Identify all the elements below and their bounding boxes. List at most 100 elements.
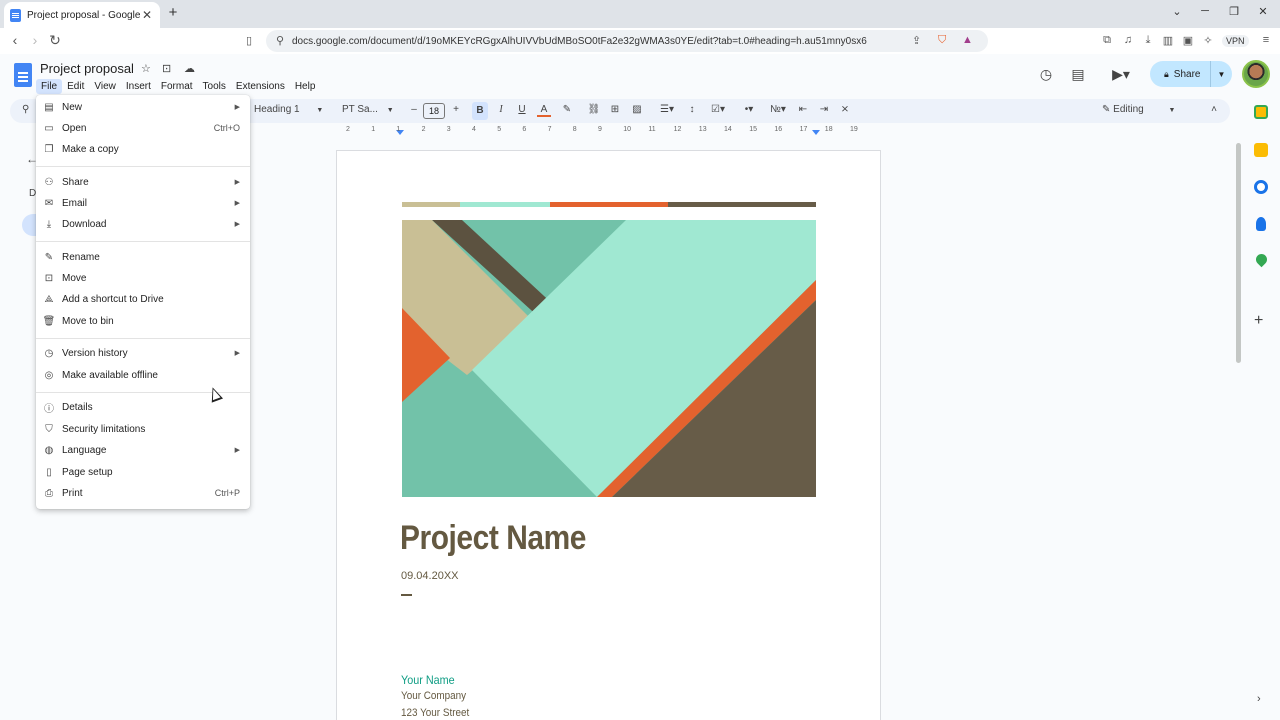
- brave-rewards-icon[interactable]: ▲: [962, 34, 973, 46]
- file-menu-item-open[interactable]: ▭ Open Ctrl+O: [36, 118, 250, 138]
- scrollbar-thumb[interactable]: [1236, 143, 1241, 363]
- project-name-heading[interactable]: Project Name: [400, 519, 586, 558]
- clear-formatting-icon[interactable]: ⨯: [838, 104, 852, 115]
- browser-tab[interactable]: Project proposal - Google Docs ✕: [4, 2, 160, 28]
- browser-menu-icon[interactable]: ≡: [1258, 34, 1274, 46]
- search-menus-icon[interactable]: ⚲: [22, 104, 29, 115]
- paragraph-style-select[interactable]: Heading 1 ▼: [254, 104, 324, 115]
- menu-extensions[interactable]: Extensions: [231, 79, 290, 94]
- file-menu-item-move[interactable]: ⊡ Move: [36, 268, 250, 288]
- insert-link-icon[interactable]: ⛓: [587, 104, 601, 115]
- increase-font-size-button[interactable]: +: [450, 104, 462, 115]
- menu-help[interactable]: Help: [290, 79, 321, 94]
- font-select[interactable]: PT Sa... ▼: [342, 104, 394, 115]
- tab-search-icon[interactable]: ⌄: [1167, 5, 1187, 18]
- underline-button[interactable]: U: [515, 104, 529, 115]
- hide-menus-icon[interactable]: ˄: [1207, 104, 1221, 115]
- cloud-saved-icon[interactable]: ☁: [184, 62, 195, 75]
- reload-icon[interactable]: ↻: [46, 32, 64, 49]
- your-name[interactable]: Your Name: [401, 673, 455, 687]
- wallet-icon[interactable]: ▣: [1180, 34, 1196, 47]
- your-company[interactable]: Your Company: [401, 690, 466, 702]
- tab-close-icon[interactable]: ✕: [140, 8, 154, 22]
- share-dropdown-icon[interactable]: ▼: [1210, 61, 1232, 87]
- file-menu-item-share[interactable]: ⚇ Share ▶: [36, 172, 250, 192]
- tasks-icon[interactable]: [1254, 180, 1268, 194]
- downloads-icon[interactable]: ⤓: [1140, 34, 1156, 47]
- file-menu-item-language[interactable]: ◍ Language ▶: [36, 440, 250, 460]
- decrease-font-size-button[interactable]: –: [408, 104, 420, 115]
- horizontal-ruler[interactable]: 2 1 1 2 3 4 5 6 7 8 9 10 11 12 13 14 15 16 17 18 19: [336, 126, 881, 138]
- vpn-button[interactable]: VPN: [1222, 35, 1249, 47]
- forward-icon[interactable]: ›: [26, 32, 44, 48]
- your-street[interactable]: 123 Your Street: [401, 707, 469, 719]
- add-comment-icon[interactable]: ⊞: [608, 104, 622, 115]
- cover-image[interactable]: [402, 220, 816, 497]
- file-menu-item-add-a-shortcut-to-drive[interactable]: ⟁ Add a shortcut to Drive: [36, 289, 250, 309]
- decrease-indent-icon[interactable]: ⇤: [796, 104, 810, 115]
- site-info-icon[interactable]: ⚲: [276, 34, 284, 47]
- version-history-icon[interactable]: ◷: [1036, 66, 1056, 83]
- meet-icon[interactable]: ▶▾: [1106, 66, 1136, 83]
- star-icon[interactable]: ☆: [141, 62, 151, 75]
- numbered-list-icon[interactable]: №▾: [766, 104, 790, 115]
- menu-insert[interactable]: Insert: [121, 79, 156, 94]
- sidebar-toggle-icon[interactable]: ▥: [1160, 34, 1176, 47]
- font-size-input[interactable]: 18: [423, 103, 445, 119]
- file-menu-item-email[interactable]: ✉ Email ▶: [36, 193, 250, 213]
- file-menu-item-make-a-copy[interactable]: ❐ Make a copy: [36, 139, 250, 159]
- file-menu-item-page-setup[interactable]: ▯ Page setup: [36, 462, 250, 482]
- move-folder-icon[interactable]: ⊡: [162, 62, 171, 75]
- minimize-icon[interactable]: ─: [1195, 5, 1215, 17]
- italic-button[interactable]: I: [494, 104, 508, 115]
- menu-separator: [36, 241, 250, 242]
- menu-format[interactable]: Format: [156, 79, 198, 94]
- file-menu-item-move-to-bin[interactable]: 🗑︎ Move to bin: [36, 311, 250, 331]
- text-color-button[interactable]: A: [537, 104, 551, 117]
- bulleted-list-icon[interactable]: •▾: [737, 104, 761, 115]
- menu-file[interactable]: File: [36, 79, 63, 94]
- avatar[interactable]: [1242, 60, 1270, 88]
- add-on-plus-icon[interactable]: +: [1254, 312, 1263, 330]
- file-menu-item-new[interactable]: ▤ New ▶: [36, 97, 250, 117]
- bold-button[interactable]: B: [472, 102, 488, 120]
- leo-ai-icon[interactable]: ✧: [1200, 34, 1216, 47]
- contacts-icon[interactable]: [1256, 217, 1266, 231]
- music-icon[interactable]: ♫: [1120, 34, 1136, 46]
- keep-icon[interactable]: [1254, 143, 1268, 157]
- docs-logo-icon[interactable]: [14, 63, 32, 87]
- sheets-calendar-icon[interactable]: [1254, 105, 1268, 119]
- menu-tools[interactable]: Tools: [198, 79, 231, 94]
- back-icon[interactable]: ‹: [6, 32, 24, 48]
- share-button[interactable]: 🔒︎ Share ▼: [1150, 61, 1232, 87]
- file-menu-item-print[interactable]: ⎙ Print Ctrl+P: [36, 483, 250, 503]
- comments-icon[interactable]: ▤: [1068, 66, 1088, 83]
- window-close-icon[interactable]: ✕: [1253, 5, 1273, 18]
- highlight-icon[interactable]: ✎: [560, 104, 574, 115]
- brave-shield-icon[interactable]: ⛉: [938, 34, 946, 47]
- editing-mode-select[interactable]: ✎ Editing ▼: [1102, 104, 1192, 115]
- right-indent-marker-icon[interactable]: [812, 130, 820, 135]
- checklist-icon[interactable]: ☑▾: [706, 104, 730, 115]
- document-title[interactable]: Project proposal: [40, 61, 134, 76]
- insert-image-icon[interactable]: ▨: [630, 104, 644, 115]
- address-bar[interactable]: ⚲ docs.google.com/document/d/19oMKEYcRGg…: [266, 30, 988, 52]
- line-spacing-icon[interactable]: ↕: [685, 104, 699, 115]
- file-menu-item-download[interactable]: ⤓ Download ▶: [36, 214, 250, 234]
- file-menu-item-rename[interactable]: ✎ Rename: [36, 247, 250, 267]
- file-menu-item-security-limitations[interactable]: ⛉ Security limitations: [36, 419, 250, 439]
- project-date[interactable]: 09.04.20XX: [401, 570, 459, 582]
- file-menu-item-version-history[interactable]: ◷ Version history ▶: [36, 343, 250, 363]
- menu-edit[interactable]: Edit: [62, 79, 89, 94]
- expand-panel-icon[interactable]: ›: [1257, 693, 1261, 705]
- increase-indent-icon[interactable]: ⇥: [817, 104, 831, 115]
- new-tab-button[interactable]: +: [165, 4, 181, 21]
- align-icon[interactable]: ☰▾: [655, 104, 679, 115]
- menu-view[interactable]: View: [89, 79, 121, 94]
- ruler-label: 8: [572, 126, 577, 133]
- bookmark-icon[interactable]: ▯: [246, 34, 252, 47]
- restore-icon[interactable]: ❐: [1224, 5, 1244, 18]
- extensions-puzzle-icon[interactable]: ⧉: [1099, 34, 1115, 47]
- file-menu-item-make-available-offline[interactable]: ◎ Make available offline: [36, 365, 250, 385]
- share-page-icon[interactable]: ⇪: [912, 34, 921, 47]
